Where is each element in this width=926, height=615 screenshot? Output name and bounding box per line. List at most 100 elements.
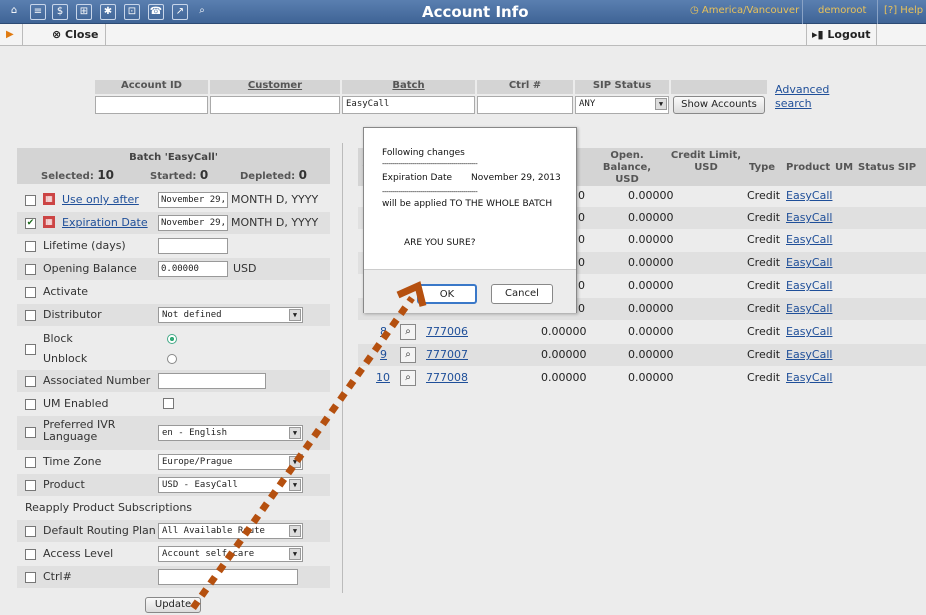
associated-number-input[interactable] [158, 373, 266, 389]
th-credit-limit: Credit Limit, USD [670, 150, 742, 173]
expiration-date-checkbox[interactable]: ✔ [25, 218, 36, 229]
chart-icon[interactable]: ↗ [172, 4, 188, 20]
lifetime-input[interactable] [158, 238, 228, 254]
sip-status-select[interactable]: ANY ▼ [575, 96, 669, 114]
lifetime-label: Lifetime (days) [43, 239, 126, 252]
dialog-dashes-top: ----------------------------------------… [382, 160, 478, 168]
ctrl-checkbox[interactable] [25, 572, 36, 583]
list-icon[interactable]: ≡ [30, 4, 46, 20]
routing-plan-select[interactable]: All Available Route ▼ [158, 523, 303, 539]
use-only-after-row: ▦ Use only after November 29, MONTH D, Y… [17, 189, 330, 211]
batch-panel-title: Batch 'EasyCall' [129, 152, 218, 163]
block-label: Block [43, 332, 73, 345]
header-customer[interactable]: Customer [210, 80, 340, 94]
dialog-confirm: ARE YOU SURE? [404, 238, 476, 248]
product-select[interactable]: USD - EasyCall ▼ [158, 477, 303, 493]
chevron-down-icon: ▼ [289, 309, 301, 321]
search-icon[interactable]: ⌕ [194, 4, 210, 20]
phone-icon[interactable]: ☎ [148, 4, 164, 20]
calendar-icon[interactable]: ▦ [43, 216, 55, 228]
account-id-input[interactable] [95, 96, 208, 114]
chevron-down-icon: ▼ [289, 456, 301, 468]
opening-balance-input[interactable]: 0.00000 [158, 261, 228, 277]
header-account-id: Account ID [95, 80, 208, 94]
ok-button[interactable]: OK [417, 284, 477, 304]
time-zone-select[interactable]: Europe/Prague ▼ [158, 454, 303, 470]
magnifier-icon[interactable]: ⌕ [400, 370, 416, 386]
magnifier-icon[interactable]: ⌕ [400, 347, 416, 363]
unblock-radio[interactable] [167, 354, 177, 364]
ivr-language-select[interactable]: en - English ▼ [158, 425, 303, 441]
close-button[interactable]: ⊗ Close [52, 28, 98, 41]
chevron-down-icon: ▼ [655, 98, 667, 110]
asterisk-icon[interactable]: ✱ [100, 4, 116, 20]
lifetime-row: Lifetime (days) [17, 235, 330, 257]
time-zone-checkbox[interactable] [25, 457, 36, 468]
date-format-hint: MONTH D, YYYY [231, 216, 319, 229]
table-row: 10 ⌕ 777008 0.00000 0.00000 Credit EasyC… [376, 370, 833, 386]
reapply-row: Reapply Product Subscriptions [17, 497, 330, 519]
tree-icon[interactable]: ⊡ [124, 4, 140, 20]
chevron-down-icon: ▼ [289, 548, 301, 560]
help-icon: [?] [884, 5, 901, 16]
associated-number-row: Associated Number [17, 370, 330, 392]
grid-icon[interactable]: ⊞ [76, 4, 92, 20]
update-button[interactable]: Update [145, 597, 201, 613]
block-radio[interactable] [167, 334, 177, 344]
panel-divider [342, 143, 343, 593]
use-only-after-checkbox[interactable] [25, 195, 36, 206]
ctrl-input[interactable] [158, 569, 298, 585]
customer-input[interactable] [210, 96, 340, 114]
ivr-language-row: Preferred IVR Language en - English ▼ [17, 416, 330, 450]
help-link[interactable]: [?] Help [884, 5, 923, 16]
access-level-select[interactable]: Account self-care ▼ [158, 546, 303, 562]
header-sip-status: SIP Status [575, 80, 669, 94]
distributor-select[interactable]: Not defined ▼ [158, 307, 303, 323]
um-enabled-checkbox[interactable] [25, 399, 36, 410]
um-enabled-value-checkbox[interactable] [163, 398, 174, 409]
dialog-dashes-bottom: ----------------------------------------… [382, 188, 478, 196]
use-only-after-input[interactable]: November 29, [158, 192, 228, 208]
routing-plan-checkbox[interactable] [25, 526, 36, 537]
um-enabled-row: UM Enabled [17, 393, 330, 415]
header-ctrl: Ctrl # [477, 80, 573, 94]
product-checkbox[interactable] [25, 480, 36, 491]
logout-button[interactable]: ▸▮ Logout [812, 28, 871, 41]
page-title: Account Info [422, 3, 529, 21]
lifetime-checkbox[interactable] [25, 241, 36, 252]
ctrl-label: Ctrl# [43, 570, 72, 583]
expiration-date-input[interactable]: November 29, [158, 215, 228, 231]
distributor-row: Distributor Not defined ▼ [17, 304, 330, 326]
user-link[interactable]: demoroot [818, 5, 866, 16]
started-count: Started: 0 [150, 168, 209, 182]
advanced-search-link[interactable]: Advanced search [775, 83, 829, 111]
ivr-language-checkbox[interactable] [25, 427, 36, 438]
magnifier-icon[interactable]: ⌕ [400, 324, 416, 340]
cancel-button[interactable]: Cancel [491, 284, 553, 304]
confirm-dialog: Following changes ----------------------… [363, 127, 577, 313]
dollar-icon[interactable]: $ [52, 4, 68, 20]
opening-balance-checkbox[interactable] [25, 264, 36, 275]
expiration-date-link[interactable]: Expiration Date [62, 216, 148, 229]
activate-checkbox[interactable] [25, 287, 36, 298]
block-checkbox[interactable] [25, 344, 36, 355]
header-batch[interactable]: Batch [342, 80, 475, 94]
depleted-count: Depleted: 0 [240, 168, 308, 182]
dialog-field: Expiration Date [382, 173, 453, 183]
distributor-checkbox[interactable] [25, 310, 36, 321]
routing-plan-label: Default Routing Plan [43, 524, 156, 537]
ctrl-input[interactable] [477, 96, 573, 114]
associated-number-checkbox[interactable] [25, 376, 36, 387]
home-icon[interactable]: ⌂ [6, 4, 22, 20]
top-bar: ⌂ ≡ $ ⊞ ✱ ⊡ ☎ ↗ ⌕ Account Info ◷ America… [0, 0, 926, 24]
dialog-footer: OK Cancel [364, 269, 576, 313]
use-only-after-link[interactable]: Use only after [62, 193, 139, 206]
calendar-icon[interactable]: ▦ [43, 193, 55, 205]
show-accounts-button[interactable]: Show Accounts [673, 96, 765, 114]
batch-input[interactable]: EasyCall [342, 96, 475, 114]
access-level-checkbox[interactable] [25, 549, 36, 560]
currency-label: USD [233, 262, 257, 275]
unblock-label: Unblock [43, 352, 88, 365]
timezone-link[interactable]: ◷ America/Vancouver [690, 5, 799, 16]
block-row: Block Unblock [17, 328, 330, 368]
